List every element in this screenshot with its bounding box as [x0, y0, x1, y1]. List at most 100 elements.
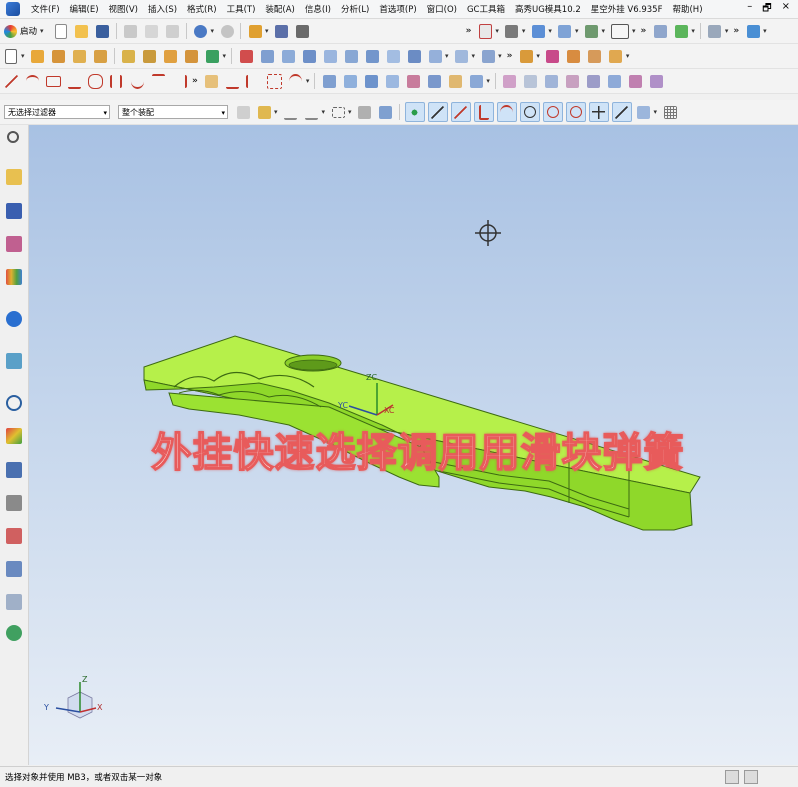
revolve-button[interactable]	[50, 47, 68, 65]
x-form-button[interactable]	[585, 72, 603, 90]
chevron-down-icon[interactable]: ▾	[211, 27, 215, 35]
pattern-button[interactable]	[162, 47, 180, 65]
divide-curve-button[interactable]	[224, 72, 242, 90]
menu-window[interactable]: 窗口(O)	[422, 3, 462, 15]
copy-button[interactable]	[143, 22, 161, 40]
touch-mode-button[interactable]	[294, 22, 312, 40]
display-button[interactable]	[609, 22, 631, 40]
snap-arc-center-button[interactable]	[519, 102, 540, 122]
chevron-down-icon[interactable]: ▾	[691, 27, 695, 35]
edge-blend-button[interactable]	[321, 47, 339, 65]
curve-rule-button[interactable]	[282, 103, 300, 121]
toolbar-overflow[interactable]: »	[507, 51, 513, 61]
chevron-down-icon[interactable]: ▾	[495, 27, 499, 35]
chevron-down-icon[interactable]: ▾	[522, 27, 526, 35]
standard-part-button[interactable]	[586, 47, 604, 65]
toolbar-overflow[interactable]: »	[640, 26, 646, 36]
chevron-down-icon[interactable]: ▾	[265, 27, 269, 35]
chevron-down-icon[interactable]: ▾	[306, 77, 310, 85]
block-button[interactable]	[71, 47, 89, 65]
menu-help[interactable]: 帮助(H)	[667, 3, 707, 15]
snap-point-on-curve-button[interactable]	[611, 102, 632, 122]
sheet-to-solid-button[interactable]	[564, 72, 582, 90]
menu-preferences[interactable]: 首选项(P)	[374, 3, 421, 15]
history-icon[interactable]	[6, 353, 22, 369]
bounded-plane-button[interactable]	[404, 72, 422, 90]
toolbar-overflow[interactable]: »	[733, 26, 739, 36]
patch-button[interactable]	[522, 72, 540, 90]
section-surface-button[interactable]	[648, 72, 666, 90]
mold-wizard-button[interactable]	[517, 47, 535, 65]
intersection-curve-button[interactable]	[245, 72, 263, 90]
menu-insert[interactable]: 插入(S)	[143, 3, 182, 15]
measure-button[interactable]	[744, 22, 762, 40]
extension-surface-button[interactable]	[446, 72, 464, 90]
redo-button[interactable]	[218, 22, 236, 40]
chevron-down-icon[interactable]: ▾	[632, 27, 636, 35]
toolbar-overflow[interactable]: »	[192, 76, 198, 86]
menu-gc-toolkit[interactable]: GC工具箱	[462, 3, 510, 15]
draft-button[interactable]	[300, 47, 318, 65]
chevron-down-icon[interactable]: ▾	[536, 52, 540, 60]
text-curve-button[interactable]	[287, 72, 305, 90]
menu-view[interactable]: 视图(V)	[104, 3, 143, 15]
ejector-pin-button[interactable]	[607, 47, 625, 65]
n-sided-surface-button[interactable]	[383, 72, 401, 90]
chevron-down-icon[interactable]: ▾	[548, 27, 552, 35]
rectangle-select-button[interactable]	[329, 103, 347, 121]
close-button[interactable]: ×	[782, 1, 790, 18]
graphics-window[interactable]: ZC YC XC Z Y X 外挂快速选择调用用滑块弹簧	[29, 125, 798, 765]
chevron-down-icon[interactable]: ▾	[575, 27, 579, 35]
menu-file[interactable]: 文件(F)	[26, 3, 65, 15]
system-scenes-icon[interactable]	[6, 561, 22, 577]
render-style-button[interactable]	[556, 22, 574, 40]
snap-point-on-face-button[interactable]	[635, 103, 653, 121]
fullscreen-icon[interactable]	[725, 770, 739, 784]
trimmed-sheet-button[interactable]	[467, 72, 485, 90]
menu-tools[interactable]: 工具(T)	[222, 3, 261, 15]
snap-end-point-button[interactable]	[427, 102, 448, 122]
chevron-down-icon[interactable]: ▾	[348, 108, 352, 116]
roles-icon[interactable]	[6, 528, 22, 544]
chevron-down-icon[interactable]: ▾	[445, 52, 449, 60]
ruled-surface-button[interactable]	[425, 72, 443, 90]
type-filter-select[interactable]: 无选择过滤器 ▾	[4, 105, 110, 119]
arc-button[interactable]	[23, 72, 41, 90]
rotate-view-button[interactable]	[503, 22, 521, 40]
snap-quadrant-button[interactable]	[565, 102, 586, 122]
open-file-button[interactable]	[73, 22, 91, 40]
helix-button[interactable]	[266, 72, 284, 90]
move-face-button[interactable]	[453, 47, 471, 65]
chevron-down-icon[interactable]: ▾	[322, 108, 326, 116]
trim-body-button[interactable]	[120, 47, 138, 65]
toolbar-overflow[interactable]: »	[466, 26, 472, 36]
paste-button[interactable]	[164, 22, 182, 40]
chevron-down-icon[interactable]: ▾	[21, 52, 25, 60]
through-curves-button[interactable]	[320, 72, 338, 90]
cut-button[interactable]	[122, 22, 140, 40]
manufacturing-wizard-icon[interactable]	[6, 495, 22, 511]
chevron-down-icon[interactable]: ▾	[472, 52, 476, 60]
chevron-down-icon[interactable]: ▾	[486, 77, 490, 85]
view-triad[interactable]: Z Y X	[43, 675, 103, 719]
project-curve-button[interactable]	[149, 72, 167, 90]
general-selection-button[interactable]	[234, 103, 252, 121]
datum-button[interactable]	[204, 47, 222, 65]
replace-face-button[interactable]	[405, 47, 423, 65]
shell-button[interactable]	[279, 47, 297, 65]
chamfer-button[interactable]	[342, 47, 360, 65]
face-rule-button[interactable]	[303, 103, 321, 121]
chevron-down-icon[interactable]: ▾	[601, 27, 605, 35]
snap-control-point-button[interactable]	[473, 102, 494, 122]
restore-button[interactable]: 🗗	[762, 1, 771, 18]
styled-blend-button[interactable]	[627, 72, 645, 90]
menu-edit[interactable]: 编辑(E)	[65, 3, 104, 15]
face-blend-button[interactable]	[606, 72, 624, 90]
part-navigator-icon[interactable]	[6, 236, 22, 252]
gear-icon[interactable]	[7, 131, 19, 143]
through-mesh-button[interactable]	[341, 72, 359, 90]
sew-button[interactable]	[384, 47, 402, 65]
shaded-select-button[interactable]	[356, 103, 374, 121]
extrude-button[interactable]	[29, 47, 47, 65]
line-button[interactable]	[2, 72, 20, 90]
